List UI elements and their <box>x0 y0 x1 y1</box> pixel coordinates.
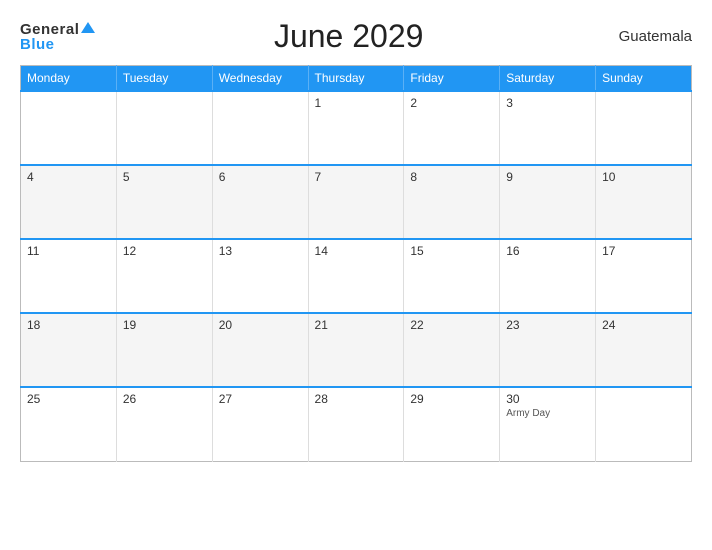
calendar-cell <box>212 91 308 165</box>
calendar-cell: 10 <box>596 165 692 239</box>
calendar-cell: 20 <box>212 313 308 387</box>
logo: General Blue <box>20 22 95 52</box>
day-number: 16 <box>506 244 589 258</box>
day-number: 10 <box>602 170 685 184</box>
calendar-cell: 14 <box>308 239 404 313</box>
day-number: 12 <box>123 244 206 258</box>
day-number: 28 <box>315 392 398 406</box>
logo-general-text: General <box>20 22 79 37</box>
logo-triangle-icon <box>81 22 95 33</box>
day-number: 15 <box>410 244 493 258</box>
col-friday: Friday <box>404 66 500 92</box>
calendar-cell: 2 <box>404 91 500 165</box>
calendar-cell: 23 <box>500 313 596 387</box>
calendar-cell: 12 <box>116 239 212 313</box>
day-number: 13 <box>219 244 302 258</box>
day-number: 22 <box>410 318 493 332</box>
calendar-cell: 13 <box>212 239 308 313</box>
calendar-header: General Blue June 2029 Guatemala <box>20 18 692 55</box>
holiday-label: Army Day <box>506 408 589 419</box>
day-number: 9 <box>506 170 589 184</box>
day-number: 4 <box>27 170 110 184</box>
day-number: 24 <box>602 318 685 332</box>
calendar-cell <box>21 91 117 165</box>
calendar-cell: 1 <box>308 91 404 165</box>
day-number: 17 <box>602 244 685 258</box>
calendar-cell <box>596 387 692 461</box>
month-title: June 2029 <box>95 18 602 55</box>
calendar-cell: 28 <box>308 387 404 461</box>
day-number: 25 <box>27 392 110 406</box>
calendar-cell: 19 <box>116 313 212 387</box>
day-number: 30 <box>506 392 589 406</box>
calendar-cell: 3 <box>500 91 596 165</box>
day-number: 11 <box>27 244 110 258</box>
calendar-cell: 29 <box>404 387 500 461</box>
calendar-cell: 25 <box>21 387 117 461</box>
calendar-cell: 8 <box>404 165 500 239</box>
day-number: 3 <box>506 96 589 110</box>
day-number: 27 <box>219 392 302 406</box>
col-thursday: Thursday <box>308 66 404 92</box>
calendar-body: 1234567891011121314151617181920212223242… <box>21 91 692 461</box>
logo-blue-text: Blue <box>20 37 55 52</box>
calendar-cell <box>116 91 212 165</box>
calendar-cell: 4 <box>21 165 117 239</box>
col-tuesday: Tuesday <box>116 66 212 92</box>
calendar-cell: 11 <box>21 239 117 313</box>
country-label: Guatemala <box>602 28 692 45</box>
col-monday: Monday <box>21 66 117 92</box>
calendar-header-row: Monday Tuesday Wednesday Thursday Friday… <box>21 66 692 92</box>
day-number: 21 <box>315 318 398 332</box>
day-number: 5 <box>123 170 206 184</box>
day-number: 19 <box>123 318 206 332</box>
day-number: 2 <box>410 96 493 110</box>
col-saturday: Saturday <box>500 66 596 92</box>
day-number: 6 <box>219 170 302 184</box>
calendar-table: Monday Tuesday Wednesday Thursday Friday… <box>20 65 692 462</box>
day-number: 20 <box>219 318 302 332</box>
col-sunday: Sunday <box>596 66 692 92</box>
day-number: 7 <box>315 170 398 184</box>
day-number: 8 <box>410 170 493 184</box>
calendar-cell: 21 <box>308 313 404 387</box>
calendar-cell: 15 <box>404 239 500 313</box>
calendar-cell: 22 <box>404 313 500 387</box>
col-wednesday: Wednesday <box>212 66 308 92</box>
calendar-cell: 30 Army Day <box>500 387 596 461</box>
calendar-cell: 9 <box>500 165 596 239</box>
day-number: 23 <box>506 318 589 332</box>
calendar-cell: 16 <box>500 239 596 313</box>
day-number: 18 <box>27 318 110 332</box>
calendar-cell: 7 <box>308 165 404 239</box>
day-number: 14 <box>315 244 398 258</box>
calendar-cell: 18 <box>21 313 117 387</box>
calendar-cell: 5 <box>116 165 212 239</box>
calendar-cell: 17 <box>596 239 692 313</box>
calendar-cell: 6 <box>212 165 308 239</box>
calendar-cell: 26 <box>116 387 212 461</box>
day-number: 26 <box>123 392 206 406</box>
calendar-cell <box>596 91 692 165</box>
calendar-cell: 24 <box>596 313 692 387</box>
day-number: 29 <box>410 392 493 406</box>
calendar-cell: 27 <box>212 387 308 461</box>
day-number: 1 <box>315 96 398 110</box>
